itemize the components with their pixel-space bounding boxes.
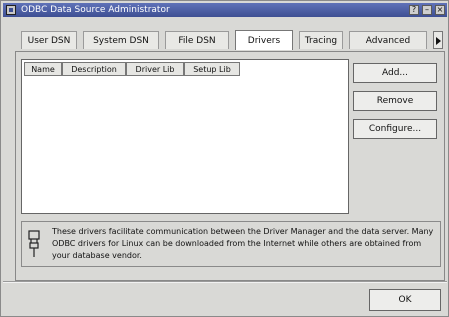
minimize-button[interactable]: –: [422, 5, 432, 15]
column-header-setup-lib[interactable]: Setup Lib: [184, 62, 240, 76]
info-text: These drivers facilitate communication b…: [52, 227, 434, 260]
remove-button[interactable]: Remove: [353, 91, 437, 111]
drivers-list[interactable]: Name Description Driver Lib Setup Lib: [21, 59, 349, 214]
tab-bar: User DSN System DSN File DSN Drivers Tra…: [15, 30, 445, 51]
tab-tracing[interactable]: Tracing: [299, 31, 343, 49]
tab-scroll-right-icon[interactable]: [433, 31, 443, 49]
plug-icon: [28, 230, 40, 257]
title-bar[interactable]: ODBC Data Source Administrator ? – ×: [3, 3, 447, 17]
tab-user-dsn[interactable]: User DSN: [21, 31, 77, 49]
tab-file-dsn[interactable]: File DSN: [165, 31, 229, 49]
info-box: These drivers facilitate communication b…: [21, 221, 441, 267]
add-button[interactable]: Add...: [353, 63, 437, 83]
close-button[interactable]: ×: [435, 5, 445, 15]
window-title: ODBC Data Source Administrator: [21, 5, 170, 15]
column-header-description[interactable]: Description: [62, 62, 126, 76]
ok-button[interactable]: OK: [369, 289, 441, 311]
odbc-window: ODBC Data Source Administrator ? – × Use…: [0, 0, 449, 317]
configure-button[interactable]: Configure...: [353, 119, 437, 139]
tab-drivers[interactable]: Drivers: [235, 30, 293, 50]
help-button[interactable]: ?: [409, 5, 419, 15]
footer-divider-highlight: [3, 282, 447, 283]
column-header-driver-lib[interactable]: Driver Lib: [126, 62, 184, 76]
app-icon: [6, 5, 16, 15]
column-header-name[interactable]: Name: [24, 62, 62, 76]
tab-system-dsn[interactable]: System DSN: [83, 31, 159, 49]
tab-advanced[interactable]: Advanced: [349, 31, 427, 49]
